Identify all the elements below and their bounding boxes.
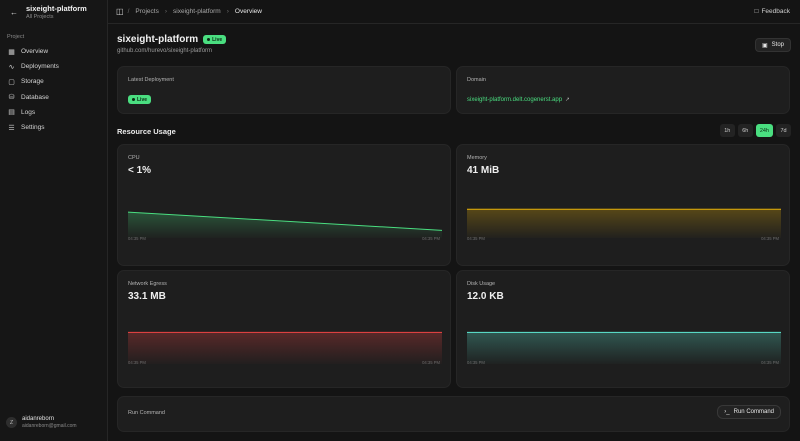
sidebar-toggle-icon[interactable]: ◫ [116, 7, 124, 16]
latest-deployment-card: Latest Deployment Live [117, 66, 451, 114]
status-dot-icon [207, 38, 211, 41]
series-area [128, 212, 442, 238]
chevron-right-icon: › [226, 8, 229, 15]
layout-icon: ▦ [8, 48, 15, 56]
sidebar-item-label: Storage [21, 78, 44, 86]
breadcrumb-separator: / [127, 8, 130, 15]
metric-label: Memory [467, 155, 487, 161]
domain-url: sixeight-platform.delt.cogenerst.app [467, 97, 563, 103]
sidebar-item-settings[interactable]: ☰ Settings [0, 120, 107, 135]
status-badge: Live [203, 35, 227, 44]
x-tick-label: 04:35 PM [422, 360, 440, 365]
file-text-icon: ▤ [8, 109, 15, 117]
terminal-icon: ›_ [724, 409, 730, 415]
x-tick-label: 04:35 PM [422, 236, 440, 241]
metric-value: 12.0 KB [467, 291, 504, 302]
network-egress-chart [128, 331, 442, 364]
box-icon: ▢ [8, 78, 15, 86]
chevron-right-icon: › [164, 8, 168, 15]
page-title: sixeight-platform [117, 34, 199, 45]
x-tick-label: 04:35 PM [467, 360, 485, 365]
main-content: sixeight-platform Live github.com/hurevo… [108, 24, 800, 441]
disk-usage-chart [467, 331, 781, 364]
x-tick-label: 04:35 PM [761, 360, 779, 365]
domain-card: Domain sixeight-platform.delt.cogenerst.… [456, 66, 790, 114]
sidebar-item-label: Overview [21, 48, 49, 56]
x-tick-label: 04:35 PM [467, 236, 485, 241]
breadcrumb: / Projects › sixeight-platform › Overvie… [128, 8, 262, 15]
card-label: Domain [467, 77, 486, 83]
sidebar-item-database[interactable]: ⛁ Database [0, 90, 107, 105]
metric-value: 41 MiB [467, 165, 500, 176]
sidebar-item-logs[interactable]: ▤ Logs [0, 105, 107, 120]
repo-link[interactable]: github.com/hurevo/sixeight-platform [117, 48, 212, 54]
card-label: Run Command [128, 410, 165, 416]
range-24h-button[interactable]: 24h [755, 124, 773, 137]
sidebar-item-storage[interactable]: ▢ Storage [0, 74, 107, 89]
breadcrumb-project[interactable]: sixeight-platform [173, 8, 221, 15]
cpu-chart [128, 211, 442, 238]
activity-icon: ∿ [8, 63, 15, 71]
cpu-card: CPU < 1% 04:35 PM 04:35 PM [117, 144, 451, 266]
project-header[interactable]: ← sixeight-platform All Projects [0, 0, 107, 24]
stop-button-label: Stop [771, 42, 784, 48]
memory-chart [467, 208, 781, 238]
range-1h-button[interactable]: 1h [719, 124, 735, 137]
card-label: Latest Deployment [128, 77, 174, 83]
user-profile[interactable]: Z aidanreborn aidanreborn@gmail.com [6, 416, 77, 429]
run-command-card: Run Command ›_ Run Command [117, 396, 790, 432]
resource-usage-title: Resource Usage [117, 127, 176, 136]
sidebar-item-label: Logs [21, 108, 36, 116]
run-command-button[interactable]: ›_ Run Command [717, 405, 781, 419]
series-area [467, 332, 781, 364]
status-dot-icon [132, 98, 135, 101]
sidebar-section-label: Project [7, 34, 25, 40]
feedback-button[interactable]: □ Feedback [755, 8, 790, 15]
x-tick-label: 04:35 PM [128, 236, 146, 241]
message-icon: □ [754, 8, 759, 15]
series-area [128, 332, 442, 364]
deployment-status-badge: Live [128, 95, 152, 104]
user-email: aidanreborn@gmail.com [22, 423, 77, 429]
memory-card: Memory 41 MiB 04:35 PM 04:35 PM [456, 144, 790, 266]
status-badge-label: Live [137, 96, 148, 103]
project-name: sixeight-platform [26, 4, 87, 13]
run-command-button-label: Run Command [733, 409, 774, 415]
metric-label: Disk Usage [467, 281, 496, 287]
metric-value: 33.1 MB [128, 291, 166, 302]
range-6h-button[interactable]: 6h [737, 124, 753, 137]
breadcrumb-projects[interactable]: Projects [135, 8, 158, 15]
x-tick-label: 04:35 PM [128, 360, 146, 365]
feedback-label: Feedback [761, 8, 790, 15]
external-link-icon: ↗ [565, 97, 570, 103]
disk-usage-card: Disk Usage 12.0 KB 04:35 PM 04:35 PM [456, 270, 790, 388]
stop-button[interactable]: ▣ Stop [754, 38, 791, 52]
sidebar-item-overview[interactable]: ▦ Overview [0, 44, 107, 59]
user-name: aidanreborn [22, 416, 55, 422]
sidebar-item-label: Settings [21, 124, 45, 132]
sidebar-item-label: Database [21, 93, 49, 101]
database-icon: ⛁ [8, 94, 15, 102]
back-arrow-icon[interactable]: ← [8, 6, 20, 18]
range-7d-button[interactable]: 7d [776, 124, 791, 137]
topbar: ◫ / Projects › sixeight-platform › Overv… [108, 0, 800, 24]
stop-icon: ▣ [761, 42, 768, 49]
network-egress-card: Network Egress 33.1 MB 04:35 PM 04:35 PM [117, 270, 451, 388]
page-title-row: sixeight-platform Live [117, 34, 227, 45]
domain-link[interactable]: sixeight-platform.delt.cogenerst.app ↗ [467, 97, 570, 103]
series-area [467, 209, 781, 238]
sidebar-item-deployments[interactable]: ∿ Deployments [0, 59, 107, 74]
x-tick-label: 04:35 PM [761, 236, 779, 241]
metric-label: CPU [128, 155, 140, 161]
breadcrumb-current: Overview [234, 8, 262, 15]
status-badge-label: Live [212, 36, 223, 43]
metric-label: Network Egress [128, 281, 167, 287]
avatar: Z [6, 417, 17, 428]
time-range-selector: 1h 6h 24h 7d [719, 124, 791, 137]
sidebar-item-label: Deployments [21, 63, 59, 71]
all-projects-link[interactable]: All Projects [26, 14, 87, 20]
sliders-icon: ☰ [8, 124, 15, 132]
metric-value: < 1% [128, 165, 152, 176]
sidebar: ← sixeight-platform All Projects Project… [0, 0, 108, 441]
